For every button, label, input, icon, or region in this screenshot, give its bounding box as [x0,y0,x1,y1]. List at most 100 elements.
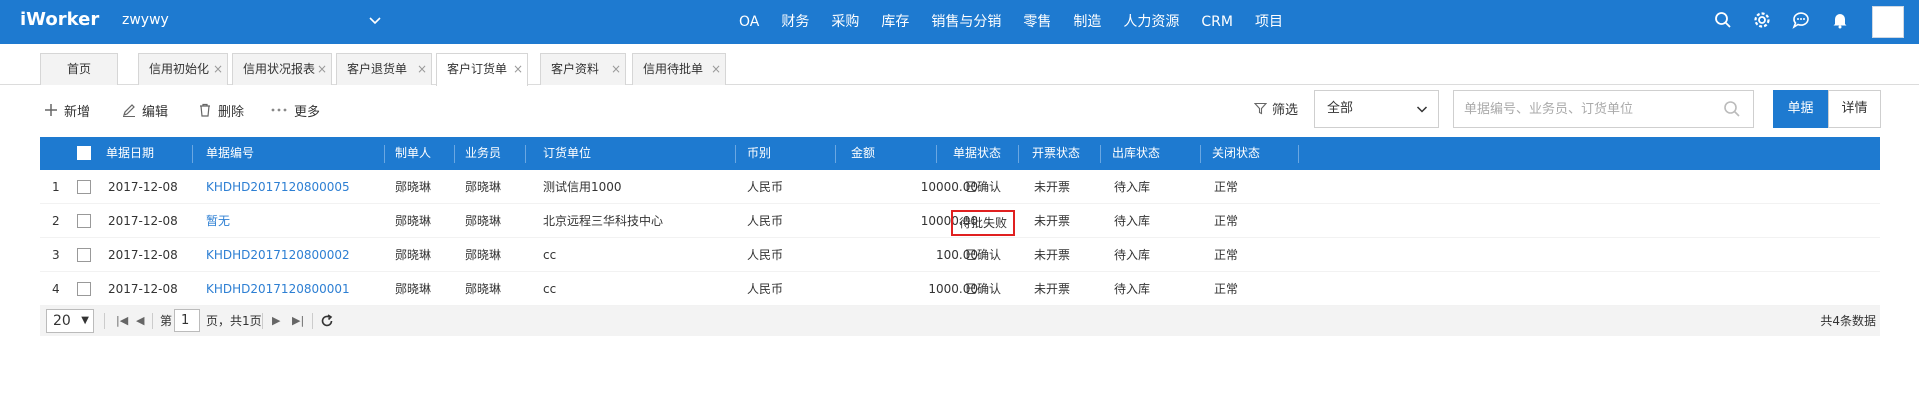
cell-unit: cc [543,248,557,262]
close-icon[interactable]: × [213,54,223,84]
caret-down-icon: ▼ [81,315,89,326]
col-date[interactable]: 单据日期 [106,137,154,170]
divider [104,313,105,329]
col-invoice[interactable]: 开票状态 [1032,137,1080,170]
page-number-input[interactable]: 1 [174,309,200,332]
tab-bar: 首页 信用初始化 × 信用状况报表 × 客户退货单 × 客户订货单 × 客户资料 × 信用… [0,48,1919,86]
cell-code-link[interactable]: KHDHD2017120800002 [206,238,350,272]
first-page-icon[interactable]: |◀ [116,314,128,327]
view-bill-button[interactable]: 单据 [1773,90,1828,128]
close-icon[interactable]: × [611,54,621,84]
page-size-select[interactable]: 20 ▼ [46,309,94,333]
tab-customer-order[interactable]: 客户订货单 × [436,53,528,86]
tab-credit-report[interactable]: 信用状况报表 × [232,53,332,85]
column-divider [1200,145,1201,163]
cell-code-link[interactable]: KHDHD2017120800005 [206,170,350,204]
row-number: 1 [52,180,60,194]
more-label: 更多 [294,104,321,120]
main-nav: OA 财务 采购 库存 销售与分销 零售 制造 人力资源 CRM 项目 [728,0,1294,44]
nav-crm[interactable]: CRM [1190,0,1244,44]
tab-label: 客户退货单 [347,62,408,76]
chat-icon[interactable] [1791,10,1811,30]
nav-hr[interactable]: 人力资源 [1112,0,1190,44]
nav-project[interactable]: 项目 [1244,0,1294,44]
row-number: 4 [52,282,60,296]
tab-credit-init[interactable]: 信用初始化 × [138,53,228,85]
column-divider [735,145,736,163]
row-number: 2 [52,214,60,228]
table-row[interactable]: 2 2017-12-08 暂无 郧晓琳 郧晓琳 北京远程三华科技中心 人民币 1… [40,204,1880,238]
bell-icon[interactable] [1830,10,1850,30]
cell-outbound: 待入库 [1114,248,1151,262]
table-row[interactable]: 4 2017-12-08 KHDHD2017120800001 郧晓琳 郧晓琳 … [40,272,1880,306]
tab-home[interactable]: 首页 [40,53,118,85]
search-icon[interactable] [1713,10,1733,30]
filter-button[interactable]: 筛选 [1254,99,1298,118]
tab-label: 首页 [67,62,92,76]
tab-label: 信用待批单 [643,62,704,76]
tab-credit-pending[interactable]: 信用待批单 × [632,53,726,85]
col-sales[interactable]: 业务员 [465,137,501,170]
nav-inventory[interactable]: 库存 [870,0,920,44]
close-icon[interactable]: × [317,54,327,84]
more-button[interactable]: 更多 [270,99,320,121]
close-icon[interactable]: × [711,54,721,84]
cell-sales: 郧晓琳 [465,248,502,262]
filter-label: 筛选 [1272,103,1299,118]
cell-unit: cc [543,282,557,296]
avatar[interactable] [1872,6,1904,38]
search-input[interactable] [1454,91,1704,127]
refresh-icon[interactable] [320,314,334,328]
page-prefix: 第 [160,314,173,328]
nav-sales[interactable]: 销售与分销 [920,0,1012,44]
col-amount[interactable]: 金额 [851,137,875,170]
col-maker[interactable]: 制单人 [395,137,431,170]
last-page-icon[interactable]: ▶| [292,314,304,327]
delete-button[interactable]: 删除 [198,99,244,121]
row-checkbox[interactable] [77,214,91,228]
pagination-bar: 20 ▼ |◀ ◀ 第 1 页，共1页 ▶ ▶| 共4条数据 [40,306,1880,336]
cell-date: 2017-12-08 [108,282,178,296]
cell-maker: 郧晓琳 [395,248,432,262]
gear-icon[interactable] [1752,10,1772,30]
add-button[interactable]: 新增 [44,99,90,121]
table-row[interactable]: 1 2017-12-08 KHDHD2017120800005 郧晓琳 郧晓琳 … [40,170,1880,204]
nav-oa[interactable]: OA [728,0,770,44]
nav-retail[interactable]: 零售 [1012,0,1062,44]
row-checkbox[interactable] [77,248,91,262]
tab-customer-return[interactable]: 客户退货单 × [336,53,432,85]
view-detail-button[interactable]: 详情 [1828,90,1881,128]
col-code[interactable]: 单据编号 [206,137,254,170]
search-icon[interactable] [1723,100,1741,118]
trash-icon [200,103,210,117]
nav-finance[interactable]: 财务 [770,0,820,44]
nav-manufacture[interactable]: 制造 [1062,0,1112,44]
row-checkbox[interactable] [77,282,91,296]
prev-page-icon[interactable]: ◀ [136,314,144,327]
cell-code-link[interactable]: KHDHD2017120800001 [206,272,350,306]
company-name[interactable]: zwywy [122,12,169,28]
select-all-checkbox[interactable] [77,146,91,160]
edit-button[interactable]: 编辑 [122,99,168,121]
chevron-down-icon[interactable] [368,13,382,27]
divider [312,313,313,329]
col-unit[interactable]: 订货单位 [543,137,591,170]
cell-status: 已确认 [965,282,1002,296]
status-filter-select[interactable]: 全部 [1314,90,1439,128]
col-close[interactable]: 关闭状态 [1212,137,1260,170]
next-page-icon[interactable]: ▶ [272,314,280,327]
col-status[interactable]: 单据状态 [953,137,1001,170]
nav-purchase[interactable]: 采购 [820,0,870,44]
top-bar: iWorker zwywy OA 财务 采购 库存 销售与分销 零售 制造 人力… [0,0,1919,44]
close-icon[interactable]: × [417,54,427,84]
cell-invoice: 未开票 [1034,214,1071,228]
cell-code-link[interactable]: 暂无 [206,204,230,238]
col-outbound[interactable]: 出库状态 [1112,137,1160,170]
cell-unit: 测试信用1000 [543,180,622,194]
close-icon[interactable]: × [513,54,523,84]
cell-close: 正常 [1214,282,1239,296]
tab-customer-info[interactable]: 客户资料 × [540,53,626,85]
col-currency[interactable]: 币别 [747,137,771,170]
table-row[interactable]: 3 2017-12-08 KHDHD2017120800002 郧晓琳 郧晓琳 … [40,238,1880,272]
row-checkbox[interactable] [77,180,91,194]
